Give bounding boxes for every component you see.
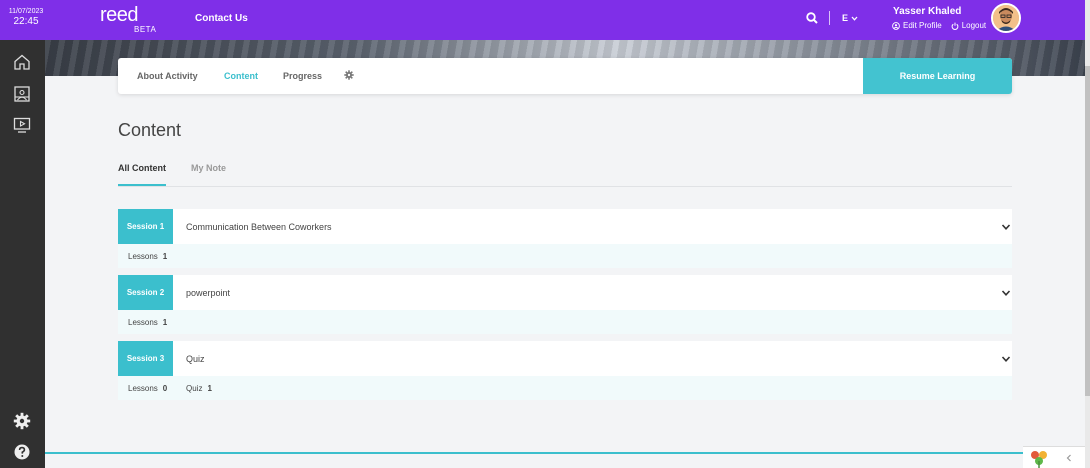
session-header[interactable]: Session 3 Quiz [118,341,1012,376]
session-badge: Session 1 [118,209,173,244]
chevron-left-icon[interactable] [1065,454,1073,462]
flower-logo-icon [1031,451,1047,468]
logo-text: reed [100,4,139,26]
session-item: Session 1 Communication Between Coworker… [118,209,1012,268]
video-icon[interactable] [13,116,31,134]
session-badge: Session 3 [118,341,173,376]
page-title: Content [118,120,182,140]
session-title: powerpoint [186,288,231,298]
user-circle-icon [892,21,900,30]
subtab-active-indicator [118,184,166,186]
chevron-down-icon[interactable] [1001,222,1011,232]
clock-date: 11/07/2023 [8,8,44,15]
edit-profile-label: Edit Profile [903,21,942,30]
user-links: Edit Profile Logout [892,21,992,30]
language-selector[interactable]: E [842,13,858,23]
edit-profile-link[interactable]: Edit Profile [892,21,942,30]
avatar-image [993,5,1019,31]
session-title: Quiz [186,354,205,364]
home-icon[interactable] [13,53,31,71]
corner-widget[interactable] [1023,446,1085,468]
content-subtabs: All Content My Note [118,162,1012,187]
main-content [45,76,1085,468]
help-icon[interactable] [13,443,31,461]
lessons-count: Lessons 1 [128,318,168,327]
power-icon [951,22,959,30]
settings-icon[interactable] [13,412,31,430]
session-header[interactable]: Session 1 Communication Between Coworker… [118,209,1012,244]
clock-time: 22:45 [13,16,39,27]
user-name: Yasser Khaled [893,6,962,17]
reed-logo[interactable]: reed BETA [98,4,160,34]
gear-icon[interactable] [344,70,354,80]
session-badge: Session 2 [118,275,173,310]
chevron-down-icon [851,16,858,21]
scrollbar-thumb[interactable] [1085,66,1090,396]
chevron-down-icon[interactable] [1001,354,1011,364]
courses-icon[interactable] [13,85,31,103]
lessons-count: Lessons 1 [128,252,168,261]
resume-learning-button[interactable]: Resume Learning [863,58,1012,94]
tab-about-activity[interactable]: About Activity [137,71,198,81]
lessons-count: Lessons 0 [128,384,168,393]
page-scrollbar[interactable] [1085,0,1090,468]
session-summary: Lessons 1 [118,244,1012,268]
chevron-down-icon[interactable] [1001,288,1011,298]
session-summary: Lessons 1 [118,310,1012,334]
session-summary: Lessons 0 Quiz 1 [118,376,1012,400]
logout-label: Logout [961,21,987,30]
top-bar: 11/07/2023 22:45 reed BETA Contact Us E … [0,0,1085,40]
logo-beta: BETA [134,25,157,34]
footer-divider [45,452,1085,454]
session-item: Session 2 powerpoint Lessons 1 [118,275,1012,334]
header-divider [829,11,830,25]
tab-progress[interactable]: Progress [283,71,322,81]
search-icon[interactable] [806,12,818,24]
subtab-my-note[interactable]: My Note [191,163,226,173]
clock: 11/07/2023 22:45 [0,8,52,27]
language-label: E [842,13,849,23]
session-item: Session 3 Quiz Lessons 0 Quiz 1 [118,341,1012,400]
activity-tabs: About Activity Content Progress Resume L… [118,58,1012,94]
quiz-count: Quiz 1 [186,384,212,393]
session-title: Communication Between Coworkers [186,222,332,232]
sidebar [0,40,45,468]
subtab-all-content[interactable]: All Content [118,163,166,173]
logout-link[interactable]: Logout [951,21,986,30]
session-header[interactable]: Session 2 powerpoint [118,275,1012,310]
avatar[interactable] [991,3,1021,33]
contact-us-link[interactable]: Contact Us [195,13,248,24]
tab-content[interactable]: Content [224,71,258,81]
